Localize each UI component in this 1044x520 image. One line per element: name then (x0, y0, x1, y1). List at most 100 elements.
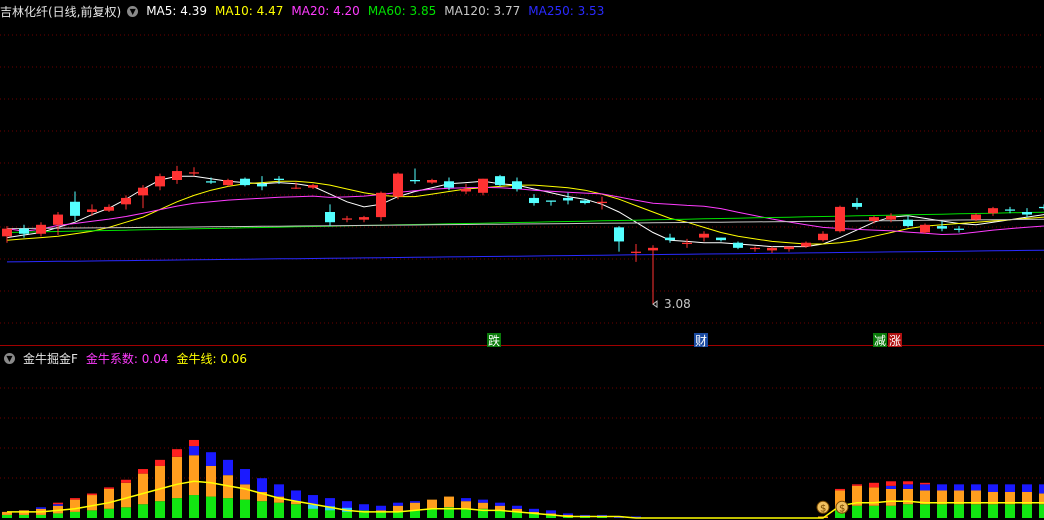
candle-body (648, 247, 658, 251)
bar-blue (223, 459, 233, 476)
bar-green (36, 514, 46, 518)
stock-title[interactable]: 吉林化纤(日线,前复权) (0, 3, 121, 20)
bar-blue (189, 446, 199, 456)
candle-body (19, 228, 29, 234)
bar-blue (903, 484, 913, 489)
low-marker (652, 300, 658, 309)
ma60-value: MA60: 3.85 (367, 4, 437, 18)
candle-body (869, 217, 879, 221)
bar-green (138, 504, 148, 518)
bar-green (172, 498, 182, 518)
bar-green (920, 504, 930, 518)
candle-body (36, 224, 46, 234)
bar-green (189, 495, 199, 518)
candle-body (835, 206, 845, 232)
annotations: 5.133.08跌财减涨 (487, 297, 902, 348)
bar-red (53, 502, 63, 505)
candle-body (410, 180, 420, 182)
bar-blue (512, 505, 522, 509)
candle-body (2, 228, 12, 237)
event-marker-jian: 减 (874, 334, 886, 348)
bar-blue (529, 508, 539, 512)
candle-body (308, 185, 318, 188)
bar-blue (291, 490, 301, 502)
money-bag-icon-label: $ (839, 503, 845, 514)
bar-orange (104, 488, 114, 509)
bar-blue (376, 505, 386, 511)
candle-body (529, 197, 539, 204)
bar-orange (172, 456, 182, 499)
candle-body (444, 181, 454, 188)
bar-red (189, 439, 199, 447)
bar-orange (240, 484, 250, 500)
bar-blue (206, 452, 216, 466)
candle-body (699, 233, 709, 238)
chevron-down-icon[interactable]: ▼ (127, 5, 139, 17)
bar-orange (461, 501, 471, 509)
ma5-value: MA5: 4.39 (146, 4, 207, 18)
bar-red (172, 449, 182, 457)
money-bag-icon-label: $ (820, 503, 826, 514)
candle-body (495, 176, 505, 186)
candle-body (53, 214, 63, 225)
candle-body (189, 172, 199, 174)
candle-body (546, 200, 556, 202)
candle-body (852, 203, 862, 207)
bar-green (104, 508, 114, 518)
candle-body (597, 201, 607, 204)
bar-green (410, 510, 420, 518)
bar-orange (427, 499, 437, 509)
candle-body (818, 233, 828, 241)
candle-body (1039, 206, 1044, 209)
bar-orange (189, 455, 199, 496)
bar-blue (410, 501, 420, 503)
bar-green (19, 514, 29, 518)
bar-blue (461, 498, 471, 502)
indicator-title[interactable]: 金牛掘金F (23, 350, 78, 367)
bar-orange (886, 488, 896, 506)
bar-blue (53, 504, 63, 506)
bar-red (852, 484, 862, 486)
bar-blue (1039, 484, 1044, 494)
candle-body (1005, 209, 1015, 211)
bar-blue (920, 484, 930, 491)
ma250-line (6, 249, 1044, 263)
candle-body (121, 197, 131, 205)
stock-chart-window: 5.133.08跌财减涨 $$$ 吉林化纤(日线,前复权) ▼ MA5: 4.3… (0, 0, 1044, 520)
bar-green (223, 498, 233, 518)
candle-body (563, 197, 573, 201)
bar-red (835, 488, 845, 491)
bar-red (87, 493, 97, 496)
candle-body (716, 237, 726, 241)
candle-body (342, 218, 352, 220)
bar-blue (937, 484, 947, 491)
candle-body (920, 224, 930, 233)
candle-body (87, 209, 97, 212)
bar-orange (206, 465, 216, 497)
bar-green (954, 504, 964, 518)
indicator-coef: 金牛系数: 0.04 (85, 351, 169, 366)
bar-blue (257, 478, 267, 492)
candle-body (682, 242, 692, 244)
bar-blue (393, 502, 403, 506)
bar-green (291, 504, 301, 518)
bar-green (206, 496, 216, 518)
bar-blue (1022, 484, 1032, 492)
bar-green (70, 511, 80, 518)
bar-red (104, 487, 114, 489)
candle-body (971, 214, 981, 220)
event-marker-zhang: 涨 (889, 333, 901, 348)
bar-green (852, 505, 862, 518)
bar-green (121, 507, 131, 518)
chevron-down-icon[interactable]: ▼ (4, 352, 15, 364)
bar-green (971, 504, 981, 518)
bar-blue (563, 513, 573, 515)
bar-green (988, 504, 998, 518)
chart-canvas: 5.133.08跌财减涨 $$$ (0, 34, 1044, 519)
candle-body (580, 200, 590, 204)
bar-blue (478, 499, 488, 503)
candle-body (70, 201, 80, 216)
bar-blue (954, 484, 964, 491)
bar-orange (444, 496, 454, 508)
indicator-line-value: 金牛线: 0.06 (176, 351, 248, 366)
